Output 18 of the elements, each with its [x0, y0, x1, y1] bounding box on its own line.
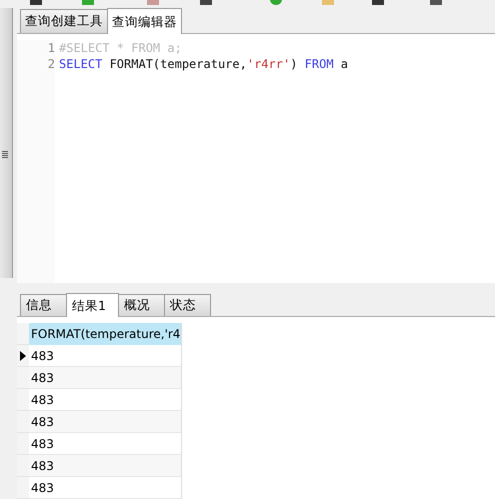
splitter-grip-icon[interactable]: [2, 151, 8, 158]
result-tab[interactable]: 结果1: [66, 293, 119, 317]
column-header[interactable]: FORMAT(temperature,'r4: [29, 323, 182, 345]
result-tab[interactable]: 概况: [118, 294, 165, 316]
row-header[interactable]: [17, 345, 29, 367]
result-tab[interactable]: 状态: [164, 294, 211, 316]
table-cell: 483: [29, 477, 182, 499]
table-cell: 483: [29, 411, 182, 433]
editor-tab[interactable]: 查询编辑器: [107, 8, 182, 34]
table-cell: 483: [29, 455, 182, 477]
code-line: SELECT FORMAT(temperature,'r4rr') FROM a: [59, 56, 348, 72]
editor-tab[interactable]: 查询创建工具: [20, 9, 108, 33]
code-line: #SELECT * FROM a;: [59, 40, 183, 56]
code-editor[interactable]: 1 2 #SELECT * FROM a; SELECT FORMAT(temperature,'r4rr') FROM a: [17, 34, 495, 283]
result-tab[interactable]: 信息: [20, 294, 67, 316]
line-number: 2: [46, 56, 55, 72]
table-cell: 483: [29, 367, 182, 389]
line-number: 1: [46, 40, 55, 56]
